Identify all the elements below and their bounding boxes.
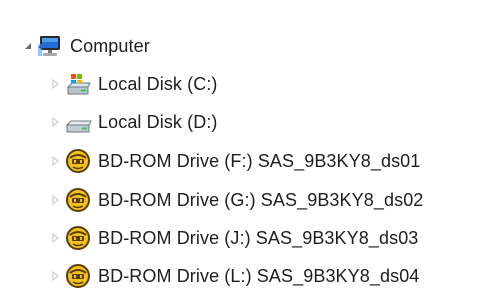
tree-item-label: BD-ROM Drive (J:) SAS_9B3KY8_ds03 bbox=[98, 228, 419, 248]
tree-item-bd-rom-l[interactable]: BD-ROM Drive (L:) SAS_9B3KY8_ds04 bbox=[50, 260, 419, 292]
tree-item-bd-rom-f[interactable]: BD-ROM Drive (F:) SAS_9B3KY8_ds01 bbox=[50, 145, 420, 177]
tree-item-bd-rom-g[interactable]: BD-ROM Drive (G:) SAS_9B3KY8_ds02 bbox=[50, 184, 423, 216]
hard-drive-icon bbox=[64, 108, 92, 136]
system-drive-icon bbox=[64, 70, 92, 98]
expand-arrow-icon[interactable] bbox=[50, 193, 62, 207]
expand-arrow-icon[interactable] bbox=[50, 154, 62, 168]
bd-rom-drive-icon bbox=[64, 262, 92, 290]
tree-item-label: Local Disk (C:) bbox=[98, 74, 218, 94]
navigation-tree: Computer Local Disk (C:) Local Disk (D:)… bbox=[0, 0, 504, 306]
tree-item-local-disk-d[interactable]: Local Disk (D:) bbox=[50, 106, 218, 138]
tree-item-bd-rom-j[interactable]: BD-ROM Drive (J:) SAS_9B3KY8_ds03 bbox=[50, 222, 418, 254]
tree-item-label: Local Disk (D:) bbox=[98, 112, 218, 132]
bd-rom-drive-icon bbox=[64, 147, 92, 175]
tree-item-computer[interactable]: Computer bbox=[22, 30, 150, 62]
tree-item-label: BD-ROM Drive (F:) SAS_9B3KY8_ds01 bbox=[98, 151, 421, 171]
expand-arrow-icon[interactable] bbox=[50, 77, 62, 91]
bd-rom-drive-icon bbox=[64, 224, 92, 252]
tree-item-label: Computer bbox=[70, 36, 150, 56]
bd-rom-drive-icon bbox=[64, 186, 92, 214]
collapse-arrow-icon[interactable] bbox=[22, 39, 34, 53]
tree-item-label: BD-ROM Drive (L:) SAS_9B3KY8_ds04 bbox=[98, 266, 420, 286]
expand-arrow-icon[interactable] bbox=[50, 269, 62, 283]
expand-arrow-icon[interactable] bbox=[50, 231, 62, 245]
tree-item-label: BD-ROM Drive (G:) SAS_9B3KY8_ds02 bbox=[98, 190, 424, 210]
expand-arrow-icon[interactable] bbox=[50, 115, 62, 129]
computer-icon bbox=[36, 32, 64, 60]
tree-item-local-disk-c[interactable]: Local Disk (C:) bbox=[50, 68, 218, 100]
